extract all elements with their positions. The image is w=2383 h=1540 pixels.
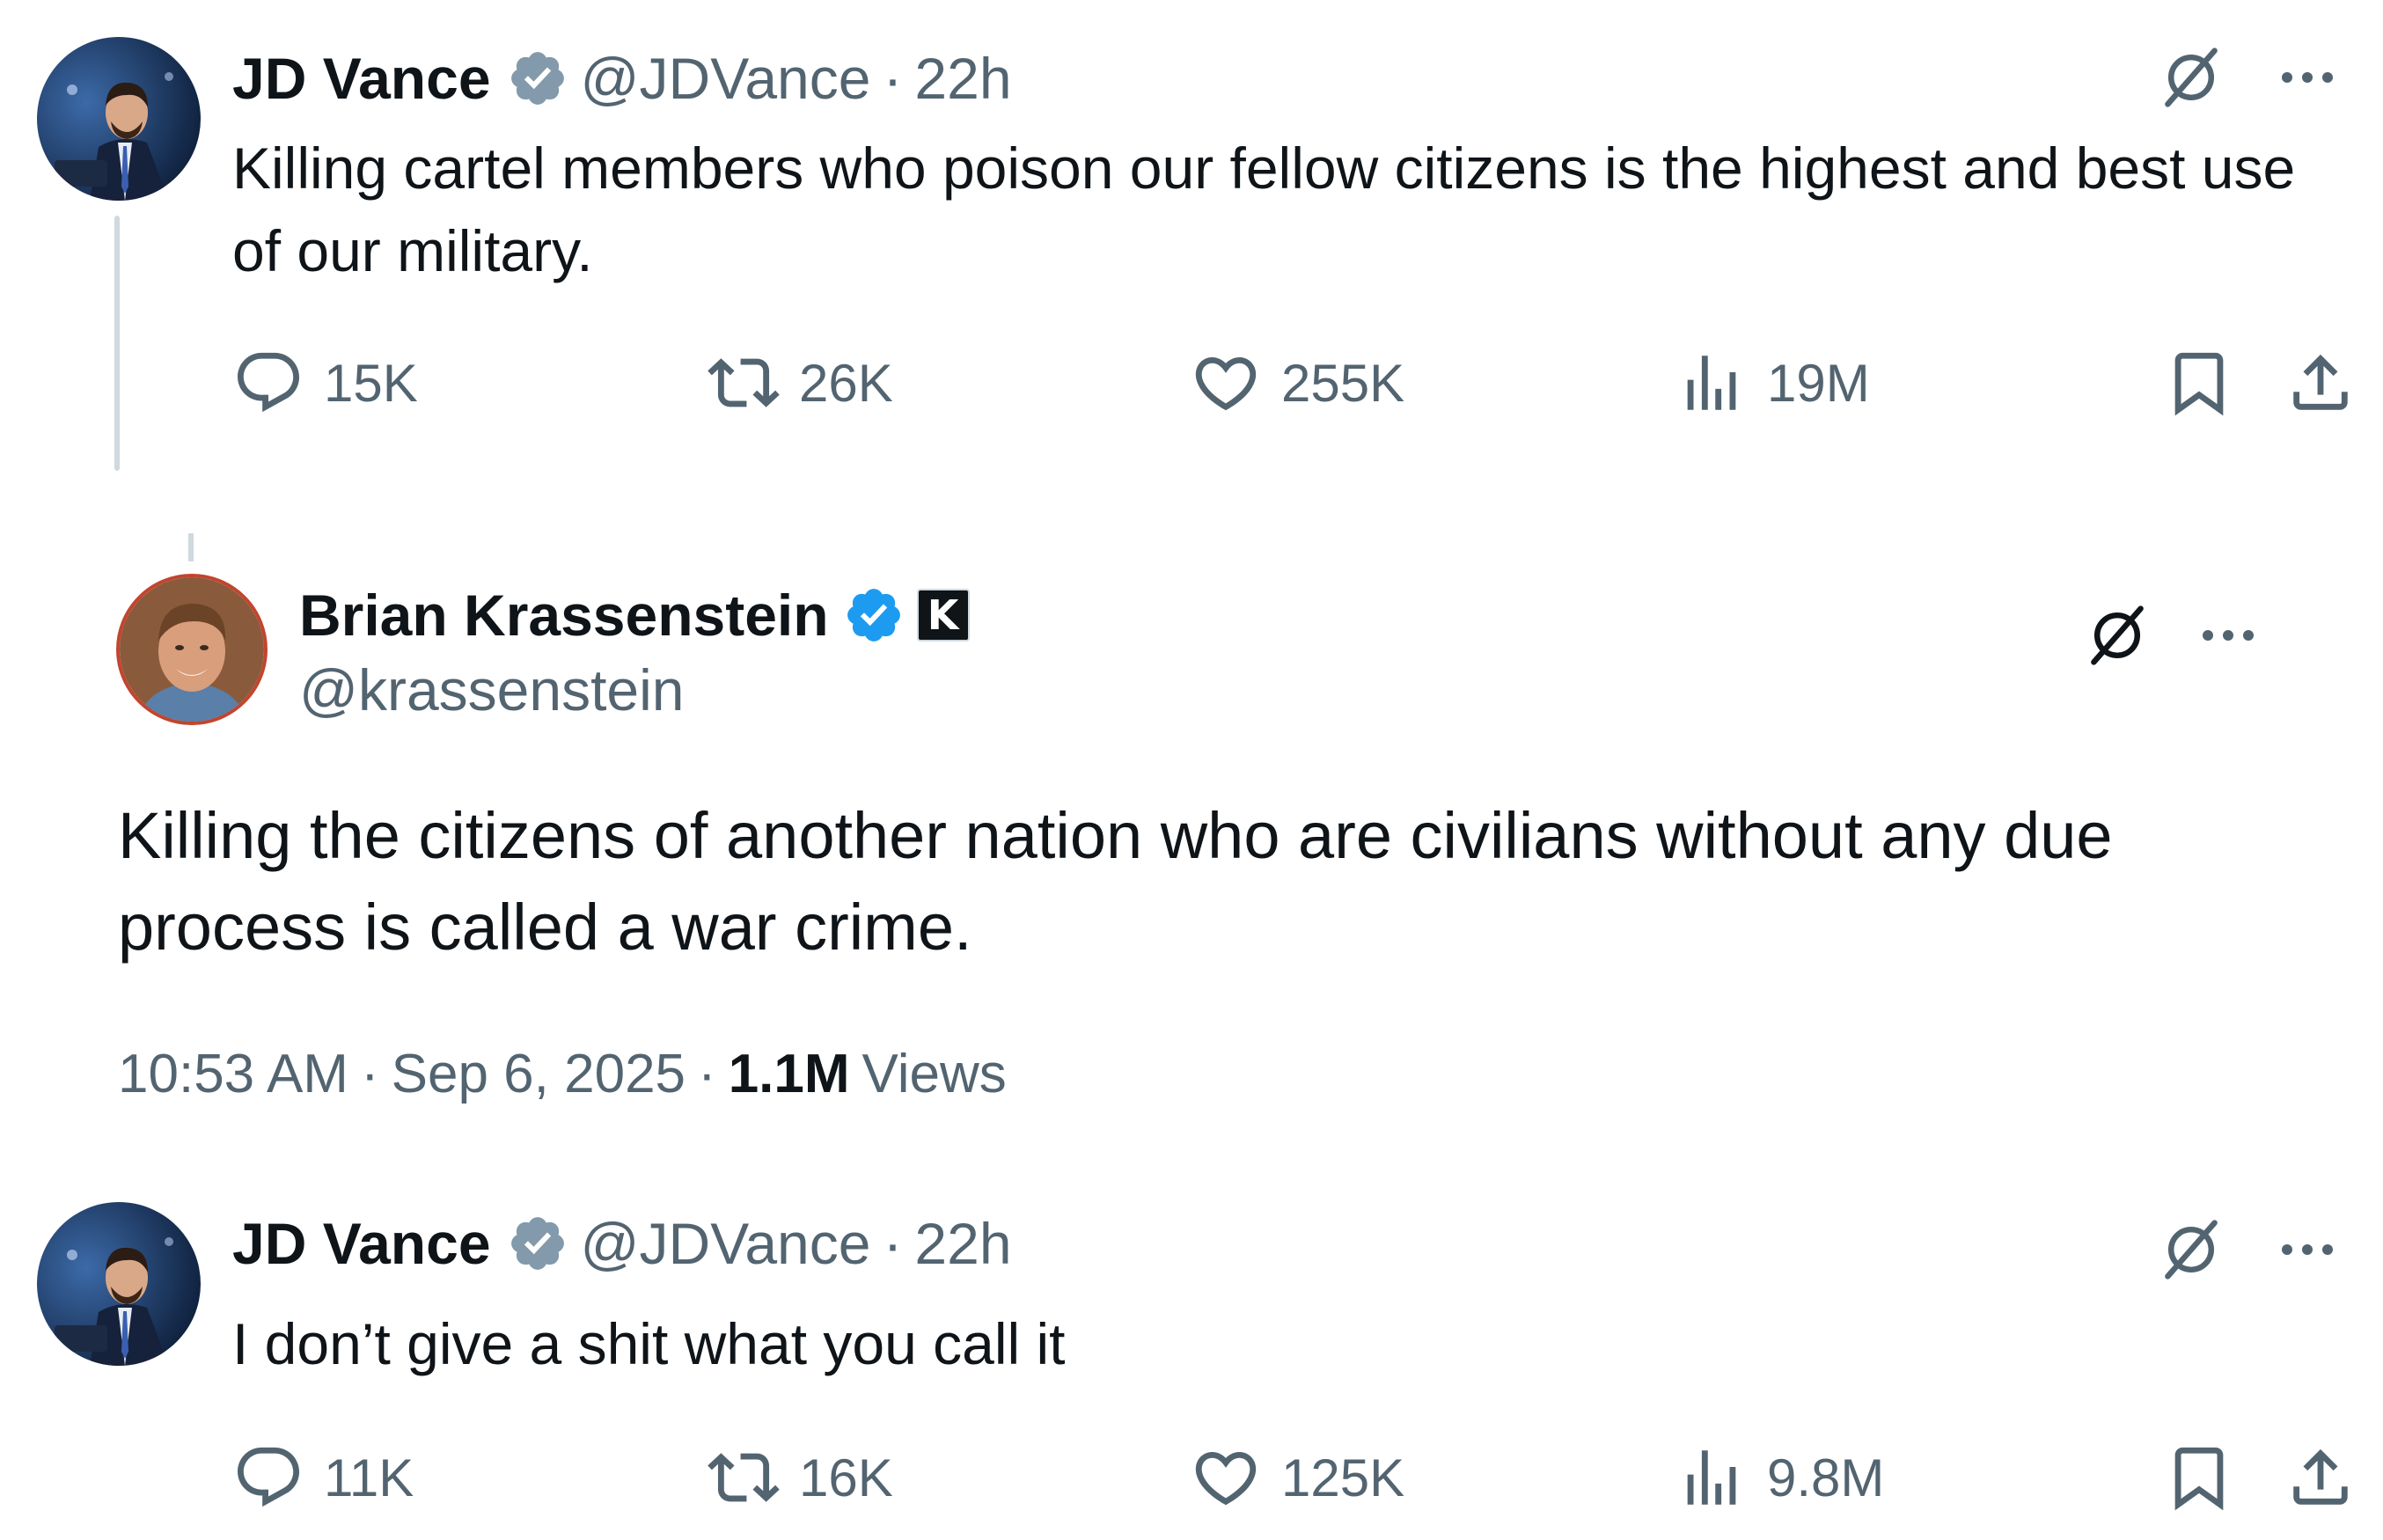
tweet-text: I don’t give a shit what you call it xyxy=(232,1311,1066,1376)
bookmark-icon[interactable] xyxy=(2159,343,2239,422)
repost-icon xyxy=(708,1453,780,1502)
grok-icon[interactable] xyxy=(2154,40,2228,114)
author-handle[interactable]: @krassenstein xyxy=(299,655,685,725)
views-count: 1.1M xyxy=(728,1043,850,1104)
affiliate-badge-letter: K xyxy=(927,591,959,639)
author-handle[interactable]: @JDVance xyxy=(581,45,871,112)
views-icon xyxy=(1687,1450,1736,1505)
tweet-actions: 11K 16K 125K 9.8M xyxy=(232,1438,2348,1517)
reply-icon xyxy=(237,352,300,413)
author-name[interactable]: Brian Krassenstein xyxy=(299,582,829,649)
like-count: 255K xyxy=(1281,353,1405,413)
repost-icon xyxy=(708,358,780,407)
separator: · xyxy=(698,1043,716,1104)
timestamp[interactable]: 22h xyxy=(914,1210,1011,1277)
timestamp[interactable]: 22h xyxy=(914,45,1011,112)
avatar[interactable] xyxy=(37,37,201,201)
bookmark-icon[interactable] xyxy=(2159,1438,2239,1517)
repost-button[interactable]: 26K xyxy=(708,343,893,422)
views-button[interactable]: 19M xyxy=(1675,343,1870,422)
reply-icon xyxy=(237,1447,300,1507)
tweet-header: JD Vance @JDVance · 22h xyxy=(232,39,1012,118)
thread-line xyxy=(114,216,120,471)
separator: · xyxy=(883,1211,903,1276)
share-icon[interactable] xyxy=(2281,1438,2360,1517)
reply-count: 11K xyxy=(324,1448,414,1507)
views-icon xyxy=(1687,356,1736,410)
tweet-text: Killing the citizens of another nation w… xyxy=(118,799,2113,964)
more-icon[interactable] xyxy=(2270,1213,2344,1287)
grok-icon[interactable] xyxy=(2080,598,2154,672)
verified-badge-icon xyxy=(507,1213,568,1274)
tweet-actions: 15K 26K 255K 19M xyxy=(232,343,2348,422)
verified-badge-icon xyxy=(843,584,905,646)
time[interactable]: 10:53 AM xyxy=(118,1043,348,1105)
share-icon[interactable] xyxy=(2281,343,2360,422)
tweet-header: Brian Krassenstein K xyxy=(299,576,970,655)
tweet-text: Killing cartel members who poison our fe… xyxy=(232,136,2296,283)
grok-icon[interactable] xyxy=(2154,1213,2228,1287)
views-count: 19M xyxy=(1767,353,1870,413)
reply-button[interactable]: 15K xyxy=(232,343,418,422)
author-name[interactable]: JD Vance xyxy=(232,45,491,112)
separator: · xyxy=(883,46,903,111)
author-handle[interactable]: @JDVance xyxy=(581,1210,871,1277)
like-icon xyxy=(1195,1451,1257,1506)
repost-count: 16K xyxy=(799,1448,893,1507)
separator: · xyxy=(360,1043,379,1104)
repost-button[interactable]: 16K xyxy=(708,1438,893,1517)
reply-button[interactable]: 11K xyxy=(232,1438,414,1517)
reply-count: 15K xyxy=(324,353,418,413)
more-icon[interactable] xyxy=(2270,40,2344,114)
thread-connector xyxy=(188,533,194,561)
views-button[interactable]: 9.8M xyxy=(1675,1438,1884,1517)
more-icon[interactable] xyxy=(2191,598,2265,672)
avatar[interactable] xyxy=(37,1202,201,1366)
verified-badge-icon xyxy=(507,48,568,109)
date[interactable]: Sep 6, 2025 xyxy=(392,1043,686,1105)
repost-count: 26K xyxy=(799,353,893,413)
views-count: 9.8M xyxy=(1767,1448,1885,1507)
like-button[interactable]: 125K xyxy=(1190,1438,1404,1517)
author-name[interactable]: JD Vance xyxy=(232,1210,491,1277)
tweet-timestamp-row: 10:53 AM · Sep 6, 2025 · 1.1M Views xyxy=(118,1037,1007,1111)
tweet-header: JD Vance @JDVance · 22h xyxy=(232,1204,1012,1283)
like-count: 125K xyxy=(1281,1448,1405,1507)
like-icon xyxy=(1195,356,1257,411)
affiliate-badge-icon[interactable]: K xyxy=(916,589,970,642)
views-label: Views xyxy=(862,1043,1007,1104)
avatar[interactable] xyxy=(116,574,268,725)
like-button[interactable]: 255K xyxy=(1190,343,1404,422)
